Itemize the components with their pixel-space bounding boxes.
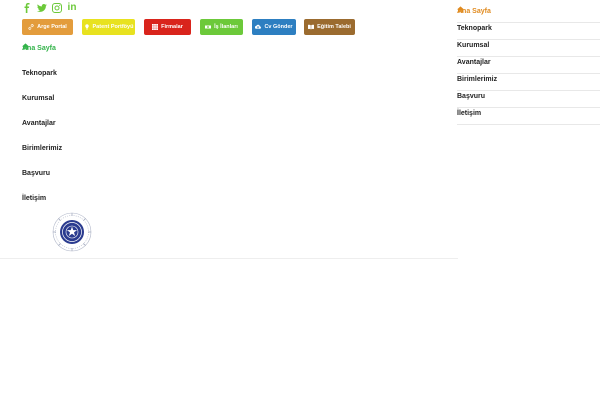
- menu-item-ana-sayfa[interactable]: Ana Sayfa: [22, 45, 56, 52]
- money-icon: [205, 24, 212, 30]
- menu-item-iletisim[interactable]: İletişim: [22, 195, 46, 202]
- side-menu-item-birimlerimiz[interactable]: Birimlerimiz: [457, 74, 600, 91]
- firms-label: Firmalar: [161, 24, 183, 30]
- arge-portal-button[interactable]: Arge Portal: [22, 19, 73, 35]
- menu-item-birimlerimiz[interactable]: Birimlerimiz: [22, 145, 62, 152]
- side-menu-item-basvuru[interactable]: Başvuru: [457, 91, 600, 108]
- menu-item-basvuru[interactable]: Başvuru: [22, 170, 50, 177]
- linkedin-icon[interactable]: in: [67, 3, 77, 13]
- side-menu-item-avantajlar[interactable]: Avantajlar: [457, 57, 600, 74]
- side-menu-item-iletisim[interactable]: İletişim: [457, 108, 600, 125]
- facebook-icon[interactable]: [22, 3, 32, 13]
- menu-item-teknopark[interactable]: Teknopark: [22, 70, 57, 77]
- arge-portal-label: Arge Portal: [37, 24, 67, 30]
- bulb-icon: [84, 24, 90, 30]
- firms-button[interactable]: Firmalar: [144, 19, 191, 35]
- cloud-upload-icon: [255, 24, 262, 30]
- job-listings-label: İş İlanları: [214, 24, 238, 30]
- job-listings-button[interactable]: İş İlanları: [200, 19, 243, 35]
- menu-item-kurumsal[interactable]: Kurumsal: [22, 95, 54, 102]
- patent-portfolio-label: Patent Portföyü: [92, 24, 134, 30]
- cv-submit-button[interactable]: Cv Gönder: [252, 19, 296, 35]
- institution-seal-logo[interactable]: [52, 212, 92, 252]
- book-icon: [308, 24, 315, 30]
- cv-submit-label: Cv Gönder: [264, 24, 293, 30]
- training-request-label: Eğitim Talebi: [317, 24, 351, 30]
- side-menu-item-kurumsal[interactable]: Kurumsal: [457, 40, 600, 57]
- side-menu-item-teknopark[interactable]: Teknopark: [457, 23, 600, 40]
- patent-portfolio-button[interactable]: Patent Portföyü: [82, 19, 135, 35]
- content-divider: [0, 258, 458, 259]
- side-menu-item-ana-sayfa[interactable]: Ana Sayfa: [457, 6, 600, 23]
- twitter-icon[interactable]: [37, 3, 47, 13]
- menu-item-avantajlar[interactable]: Avantajlar: [22, 120, 56, 127]
- home-icon: [22, 37, 29, 50]
- grid-icon: [152, 24, 159, 30]
- social-links: in: [22, 3, 77, 13]
- training-request-button[interactable]: Eğitim Talebi: [304, 19, 355, 35]
- link-icon: [28, 24, 34, 30]
- instagram-icon[interactable]: [52, 3, 62, 13]
